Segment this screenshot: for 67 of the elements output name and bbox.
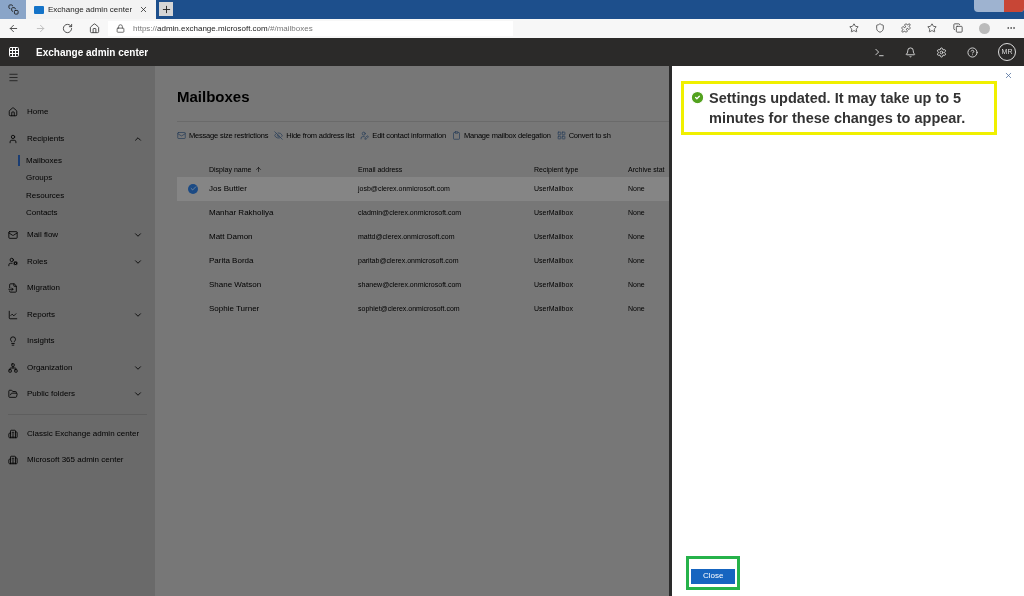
tab-actions-icon[interactable]	[0, 0, 26, 19]
app-title: Exchange admin center	[36, 45, 149, 60]
window-controls-icon[interactable]	[974, 0, 1024, 12]
new-tab-button[interactable]	[159, 2, 173, 16]
person-icon	[8, 133, 18, 144]
terminal-icon[interactable]	[874, 46, 885, 58]
nav-subitem[interactable]: Contacts	[0, 204, 155, 222]
sort-up-icon	[255, 166, 263, 174]
page-title: Mailboxes	[177, 87, 251, 107]
address-bar[interactable]: https://admin.exchange.microsoft.com/#/mailboxes	[108, 21, 513, 36]
hierarchy-icon	[8, 362, 18, 373]
close-button[interactable]: Close	[691, 568, 736, 584]
close-icon[interactable]	[139, 5, 148, 14]
table-cell-text: Matt Damon	[209, 230, 254, 243]
eye-icon	[274, 130, 284, 140]
home-icon	[8, 107, 18, 118]
nav-subitem[interactable]: Resources	[0, 187, 155, 205]
folder-icon	[8, 389, 18, 400]
settings-icon[interactable]	[936, 46, 947, 58]
close-icon[interactable]	[1004, 71, 1013, 80]
collections-icon[interactable]	[953, 23, 963, 33]
menu-icon[interactable]	[8, 72, 19, 83]
help-icon[interactable]	[967, 46, 978, 58]
nav-subitem[interactable]: Groups	[0, 169, 155, 187]
office-icon	[8, 428, 18, 439]
lock-icon	[116, 24, 125, 33]
extensions-icon[interactable]	[901, 23, 911, 33]
outlook-icon	[34, 5, 44, 14]
nav-item[interactable]: Public folders	[0, 381, 155, 408]
nav-item[interactable]: Migration	[0, 275, 155, 302]
success-message: Settings updated. It may take up to 5 minutes for these changes to appear.	[681, 81, 997, 135]
nav-item[interactable]: Roles	[0, 248, 155, 275]
nav-item[interactable]: Home	[0, 99, 155, 126]
office-icon	[8, 454, 18, 465]
favorites-icon[interactable]	[927, 23, 937, 33]
person-edit-icon	[360, 130, 370, 140]
grid-icon	[556, 130, 566, 140]
nav-item[interactable]: Reports	[0, 301, 155, 328]
check-icon[interactable]	[188, 183, 198, 194]
browser-tab[interactable]: Exchange admin center	[26, 0, 156, 19]
success-icon	[690, 90, 705, 105]
bell-icon[interactable]	[905, 46, 916, 58]
nav-item[interactable]: Mail flow	[0, 222, 155, 249]
favorite-icon[interactable]	[849, 23, 859, 33]
nav-item[interactable]: Recipients	[0, 125, 155, 152]
person-gear-icon	[8, 256, 18, 267]
chart-icon	[8, 309, 18, 320]
lightbulb-icon	[8, 336, 18, 347]
home-icon[interactable]	[89, 23, 100, 34]
table-cell-text: Sophie Turner	[209, 302, 261, 315]
document-icon	[8, 283, 18, 294]
nav-link[interactable]: Microsoft 365 admin center	[0, 446, 155, 473]
shield-icon[interactable]	[875, 23, 885, 33]
envelope-icon	[177, 130, 186, 140]
refresh-icon[interactable]	[62, 23, 73, 34]
table-cell-text: Parita Borda	[209, 254, 255, 267]
back-icon[interactable]	[8, 23, 19, 34]
nav-subitem[interactable]: Mailboxes	[0, 152, 155, 170]
app-launcher-icon[interactable]	[8, 46, 20, 58]
clipboard-icon	[451, 130, 461, 140]
table-cell-text: Jos Buttler	[209, 182, 248, 195]
table-cell-text: Manhar Rakholiya	[209, 206, 275, 219]
nav-link[interactable]: Classic Exchange admin center	[0, 420, 155, 447]
nav-item[interactable]: Organization	[0, 354, 155, 381]
nav-item[interactable]: Insights	[0, 328, 155, 355]
table-cell-text: Shane Watson	[209, 278, 263, 291]
envelope-icon	[8, 230, 18, 241]
